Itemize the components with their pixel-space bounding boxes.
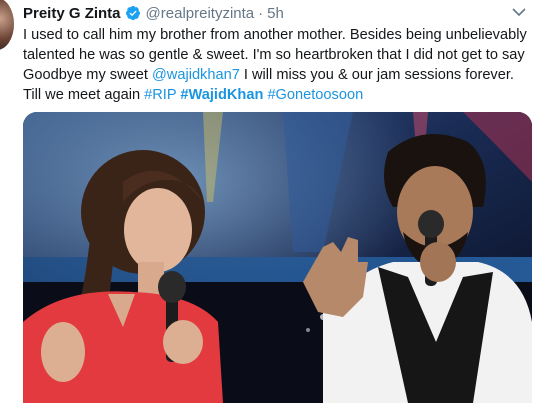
chevron-down-icon[interactable]	[511, 5, 527, 19]
mention-link[interactable]: @wajidkhan7	[152, 67, 240, 83]
tweet-timestamp[interactable]: 5h	[267, 5, 284, 22]
tweet-header: Preity G Zinta @realpreityzinta · 5h	[23, 3, 284, 23]
separator-dot: ·	[258, 4, 264, 22]
hashtag-gonetoosoon-link[interactable]: #Gonetoosoon	[267, 87, 363, 103]
tweet-text: I used to call him my brother from anoth…	[23, 25, 533, 105]
avatar[interactable]	[0, 0, 14, 50]
author-handle[interactable]: @realpreityzinta	[146, 5, 255, 22]
tweet-photo[interactable]	[23, 112, 532, 403]
verified-badge-icon	[125, 5, 141, 21]
author-name[interactable]: Preity G Zinta	[23, 5, 121, 22]
hashtag-rip-link[interactable]: #RIP	[144, 87, 176, 103]
tweet-card[interactable]: Preity G Zinta @realpreityzinta · 5h I u…	[0, 0, 535, 403]
hashtag-wajidkhan-link[interactable]: #WajidKhan	[180, 87, 263, 103]
